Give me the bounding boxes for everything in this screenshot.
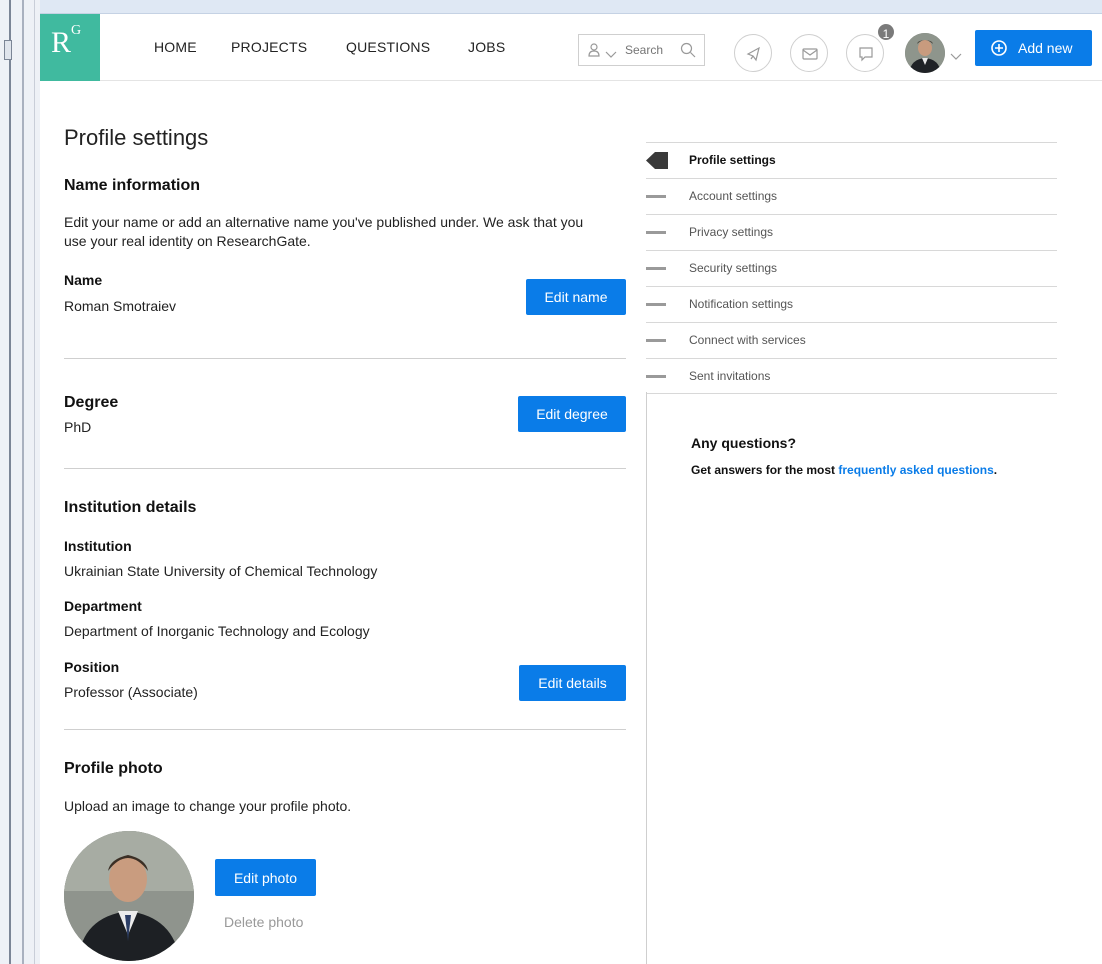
institution-label: Institution <box>64 538 132 554</box>
nav-questions[interactable]: QUESTIONS <box>346 39 430 55</box>
degree-value: PhD <box>64 419 92 435</box>
sidebar-item-sent-invitations[interactable]: Sent invitations <box>646 358 1057 394</box>
settings-content: Profile settings Name information Edit y… <box>40 81 1102 964</box>
search-box[interactable] <box>578 34 705 66</box>
messages-button[interactable] <box>790 34 828 72</box>
delete-photo-link[interactable]: Delete photo <box>224 914 303 930</box>
search-icon[interactable] <box>680 42 696 63</box>
department-label: Department <box>64 598 142 614</box>
dash-icon <box>646 267 666 270</box>
sidebar-item-label: Profile settings <box>689 153 776 167</box>
sidebar-item-label: Connect with services <box>689 333 806 347</box>
profile-photo-heading: Profile photo <box>64 760 163 777</box>
sidebar-item-profile-settings[interactable]: Profile settings <box>646 142 1057 178</box>
search-input[interactable] <box>625 43 675 57</box>
name-section-description-1: Edit your name or add an alternative nam… <box>64 214 584 230</box>
frame-border <box>22 0 24 964</box>
sidebar-item-account-settings[interactable]: Account settings <box>646 178 1057 214</box>
dash-icon <box>646 303 666 306</box>
help-panel: Any questions? Get answers for the most … <box>646 392 1057 964</box>
nav-jobs[interactable]: JOBS <box>468 39 505 55</box>
frame-border <box>9 0 11 964</box>
logo-letter: R <box>51 26 72 59</box>
sidebar-item-connect-with-services[interactable]: Connect with services <box>646 322 1057 358</box>
sidebar-item-security-settings[interactable]: Security settings <box>646 250 1057 286</box>
institution-heading: Institution details <box>64 499 197 516</box>
sidebar-item-label: Security settings <box>689 261 778 275</box>
dash-icon <box>646 375 666 378</box>
page-title: Profile settings <box>64 125 209 150</box>
edit-photo-button[interactable]: Edit photo <box>215 859 316 896</box>
sidebar-item-privacy-settings[interactable]: Privacy settings <box>646 214 1057 250</box>
name-section-heading: Name information <box>64 177 201 194</box>
position-label: Position <box>64 659 120 675</box>
announcements-button[interactable] <box>734 34 772 72</box>
chevron-down-icon[interactable] <box>950 48 962 66</box>
add-new-label: Add new <box>1018 40 1073 56</box>
degree-heading: Degree <box>64 394 119 411</box>
edit-details-button[interactable]: Edit details <box>519 665 626 701</box>
faq-text: Get answers for the most frequently aske… <box>691 463 997 477</box>
avatar[interactable] <box>905 33 945 73</box>
department-value: Department of Inorganic Technology and E… <box>64 623 370 639</box>
browser-tab-strip <box>40 0 1102 14</box>
name-value: Roman Smotraiev <box>64 298 177 314</box>
faq-suffix: . <box>993 463 998 477</box>
nav-projects[interactable]: PROJECTS <box>231 39 307 55</box>
sidebar-item-label: Sent invitations <box>689 369 771 383</box>
frame-handle <box>4 40 12 60</box>
institution-value: Ukrainian State University of Chemical T… <box>64 563 378 579</box>
active-arrow-icon <box>646 152 668 174</box>
notification-badge: 1 <box>876 22 896 42</box>
edit-name-button[interactable]: Edit name <box>526 279 626 315</box>
nav-home[interactable]: HOME <box>154 39 197 55</box>
researchgate-logo[interactable]: RG <box>40 14 100 81</box>
section-divider <box>64 729 626 730</box>
chevron-down-icon[interactable] <box>605 46 617 64</box>
sidebar-item-label: Privacy settings <box>689 225 774 239</box>
frame-border <box>34 0 35 964</box>
section-divider <box>64 358 626 359</box>
position-value: Professor (Associate) <box>64 684 198 700</box>
name-section-description-2: use your real identity on ResearchGate. <box>64 233 311 249</box>
edit-degree-button[interactable]: Edit degree <box>518 396 626 432</box>
faq-link[interactable]: frequently asked questions <box>838 463 993 477</box>
settings-sidebar-nav: Profile settings Account settings Privac… <box>646 142 1057 394</box>
dash-icon <box>646 195 666 198</box>
add-circle-icon <box>991 40 1007 59</box>
sidebar-item-label: Account settings <box>689 189 778 203</box>
profile-photo-description: Upload an image to change your profile p… <box>64 798 352 814</box>
dash-icon <box>646 339 666 342</box>
profile-photo <box>64 831 194 961</box>
sidebar-item-label: Notification settings <box>689 297 794 311</box>
sidebar-item-notification-settings[interactable]: Notification settings <box>646 286 1057 322</box>
dash-icon <box>646 231 666 234</box>
person-icon[interactable] <box>588 43 600 62</box>
add-new-button[interactable]: Add new <box>975 30 1092 66</box>
chat-button[interactable] <box>846 34 884 72</box>
faq-title: Any questions? <box>691 435 797 451</box>
name-label: Name <box>64 272 103 288</box>
logo-superscript: G <box>71 23 82 38</box>
top-navigation-bar: RG HOME PROJECTS QUESTIONS JOBS 1 <box>40 14 1102 81</box>
window-frame-left <box>0 0 40 964</box>
faq-prefix: Get answers for the most <box>691 463 839 477</box>
section-divider <box>64 468 626 469</box>
